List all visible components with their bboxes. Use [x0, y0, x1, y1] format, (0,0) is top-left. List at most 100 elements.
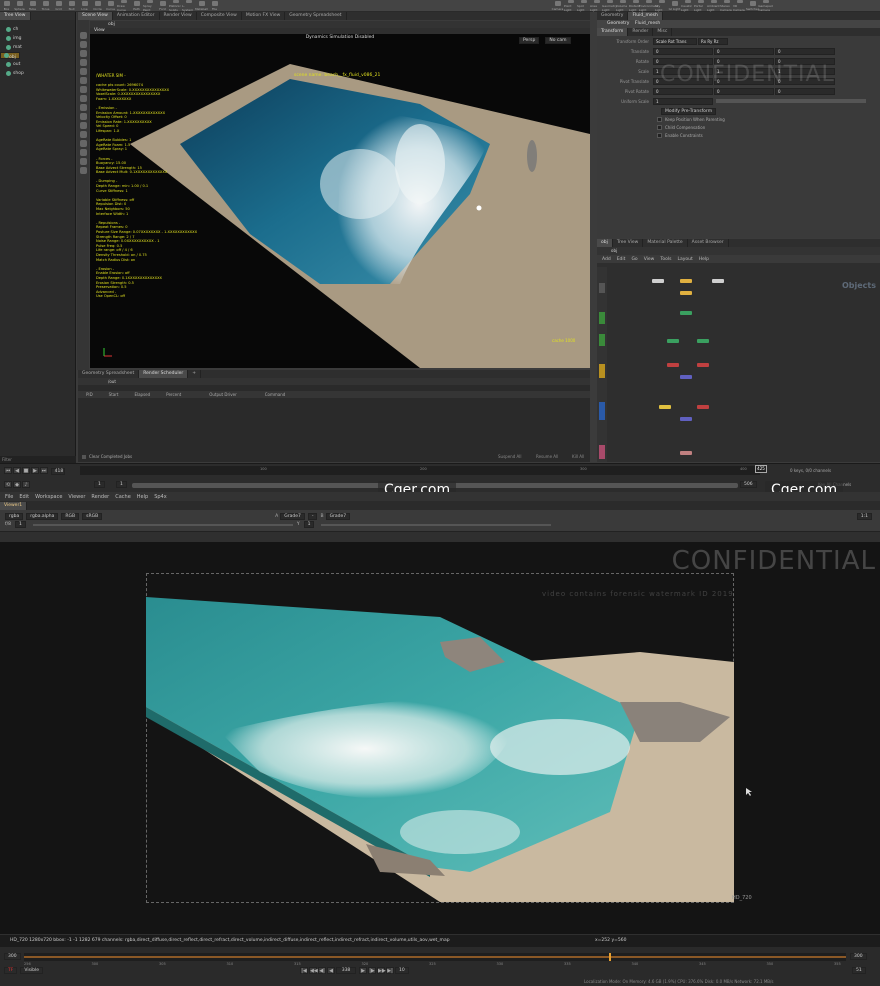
gamma-slider[interactable] [321, 523, 552, 526]
a-input-menu[interactable]: Grade7 [280, 513, 305, 520]
column-header-start[interactable]: Start [101, 391, 127, 398]
network-menu-edit[interactable]: Edit [617, 257, 626, 262]
add-tab-button[interactable]: + [188, 370, 201, 378]
checkbox-enable-constraints[interactable]: Enable Constraints [597, 131, 880, 139]
shelf-tool-gamepad-camera[interactable]: Gamepad Camera [758, 0, 773, 12]
shelf-tool-volume-light[interactable]: Volume Light [616, 0, 629, 12]
nuke-menu-edit[interactable]: Edit [19, 494, 29, 500]
shelf-tool-line[interactable]: Line [78, 0, 91, 12]
nuke-menu-file[interactable]: File [5, 494, 13, 500]
tab-misc[interactable]: Misc [653, 28, 673, 36]
shelf-tool-spot-light[interactable]: Spot Light [577, 0, 590, 12]
column-header-percent[interactable]: Percent [158, 391, 189, 398]
param-field[interactable]: 0 [775, 47, 835, 55]
shelf-tool-metaball[interactable]: Metaball [195, 0, 208, 12]
range-start-2[interactable]: 1 [116, 481, 127, 488]
tab-render[interactable]: Render [628, 28, 654, 36]
current-frame-marker[interactable]: 425 [755, 465, 767, 473]
network-node[interactable] [652, 279, 664, 283]
pose-tool-icon[interactable] [79, 77, 87, 84]
layer-menu[interactable]: rgba.alpha [26, 513, 59, 520]
clear-completed-jobs[interactable]: Clear Completed Jobs [82, 454, 132, 459]
column-header-pid[interactable]: PID [78, 391, 101, 398]
timeline-start[interactable]: 300 [4, 953, 21, 960]
grid-icon[interactable] [79, 104, 87, 111]
shelf-tool-font[interactable]: Font [156, 0, 169, 12]
param-field[interactable]: 0 [714, 47, 774, 55]
column-header-output-driver[interactable]: Output Driver [189, 391, 256, 398]
network-menu-view[interactable]: View [644, 257, 655, 262]
shelf-tool-curve[interactable]: Curve [104, 0, 117, 12]
network-node[interactable] [697, 363, 709, 367]
shelf-tool-gi-light[interactable]: GI Light [668, 0, 681, 12]
shelf-tool-switcher[interactable]: Switcher [746, 0, 759, 12]
shelf-tool-null[interactable]: Null [65, 0, 78, 12]
first-frame-button[interactable]: |◀ [300, 967, 308, 974]
tab-geo[interactable]: Geometry [597, 12, 629, 20]
shelf-tool-spray-paint[interactable]: Spray Paint [143, 0, 156, 12]
shading-icon[interactable] [79, 149, 87, 156]
tab-transform[interactable]: Transform [597, 28, 629, 36]
modify-pre-transform[interactable]: Modify Pre-Transform [597, 108, 880, 115]
column-header-elapsed[interactable]: Elapsed [126, 391, 158, 398]
shelf-tool-circle[interactable]: Circle [91, 0, 104, 12]
tab-tree-view-2[interactable]: Tree View [613, 239, 644, 247]
tab-motion-fx-view[interactable]: Motion FX View [242, 12, 286, 20]
wipe-menu[interactable]: - [307, 513, 318, 520]
scale-tool-icon[interactable] [79, 59, 87, 66]
network-node[interactable] [680, 291, 692, 295]
prev-key-button[interactable]: ◀◀ [309, 967, 318, 974]
frame-field[interactable]: 418 [50, 468, 65, 475]
channels-menu[interactable]: rgba [5, 513, 24, 520]
network-node[interactable] [659, 405, 671, 409]
rotate-order-menu[interactable]: Rx Ry Rz [698, 37, 728, 45]
playhead[interactable] [609, 953, 611, 961]
gamma-field[interactable]: 1 [303, 521, 315, 528]
shelf-tool-stereo-camera[interactable]: Stereo Camera [720, 0, 733, 12]
param-field[interactable]: 0 [714, 87, 774, 95]
tab-render-scheduler[interactable]: Render Scheduler [139, 370, 189, 378]
nuke-menu-sp4x[interactable]: Sp4x [154, 494, 167, 500]
frame-ruler[interactable]: 100 200 300 400 [80, 466, 760, 475]
shelf-tool-tube[interactable]: Tube [26, 0, 39, 12]
tree-item-shop[interactable]: shop [0, 69, 75, 78]
range-start[interactable]: 1 [94, 481, 105, 488]
network-node[interactable] [680, 311, 692, 315]
checkbox-child-compensation[interactable]: Child Compensation [597, 123, 880, 131]
view-tool-icon[interactable] [79, 86, 87, 93]
light-icon[interactable] [79, 122, 87, 129]
shelf-tool-sphere[interactable]: Sphere [13, 0, 26, 12]
shelf-tool-ambient-light[interactable]: Ambient Light [707, 0, 720, 12]
persp-button[interactable]: Persp [519, 37, 540, 44]
play-backward-button[interactable]: ◀ [327, 967, 335, 974]
tree-item-ch[interactable]: ch [0, 25, 75, 34]
scheduler-path[interactable]: /out [78, 378, 590, 385]
tree-item-img[interactable]: img [0, 34, 75, 43]
checkbox-keep-position-when-parenting[interactable]: Keep Position When Parenting [597, 115, 880, 123]
scene-viewport[interactable]: Dynamics Simulation Disabled scene name:… [90, 34, 590, 368]
step-forward-icon[interactable]: |▶ [368, 967, 376, 974]
param-field[interactable]: 0 [775, 87, 835, 95]
param-field[interactable]: 0 [653, 87, 713, 95]
network-node[interactable] [680, 279, 692, 283]
shelf-tool-point-light[interactable]: Point Light [564, 0, 577, 12]
keys-icon[interactable]: ◆ [13, 481, 21, 488]
handle-tool-icon[interactable] [79, 68, 87, 75]
shelf-tool-environment-light[interactable]: Environment Light [639, 0, 658, 12]
shelf-tool-geometry-light[interactable]: Geometry Light [602, 0, 617, 12]
shelf-tool-file[interactable]: File [208, 0, 221, 12]
tab-geometry-spreadsheet-2[interactable]: Geometry Spreadsheet [78, 370, 140, 378]
rotate-tool-icon[interactable] [79, 50, 87, 57]
shelf-tool-l-system[interactable]: L-System [182, 0, 195, 12]
step-back-button[interactable]: ◀ [13, 467, 21, 474]
network-path[interactable]: obj [597, 247, 880, 255]
tab-scene-view[interactable]: Scene View [78, 12, 113, 20]
shelf-tool-path[interactable]: Path [130, 0, 143, 12]
kill-all-button[interactable]: Kill All [572, 454, 584, 459]
uniform-scale-slider[interactable] [716, 99, 866, 103]
tree-item-obj[interactable]: obj [0, 52, 20, 60]
shelf-tool-platonic-solids[interactable]: Platonic Solids [169, 0, 182, 12]
network-menu-add[interactable]: Add [602, 257, 611, 262]
display-menu[interactable]: RGB [61, 513, 80, 520]
goto-end-button[interactable]: ⏭ [40, 467, 48, 474]
